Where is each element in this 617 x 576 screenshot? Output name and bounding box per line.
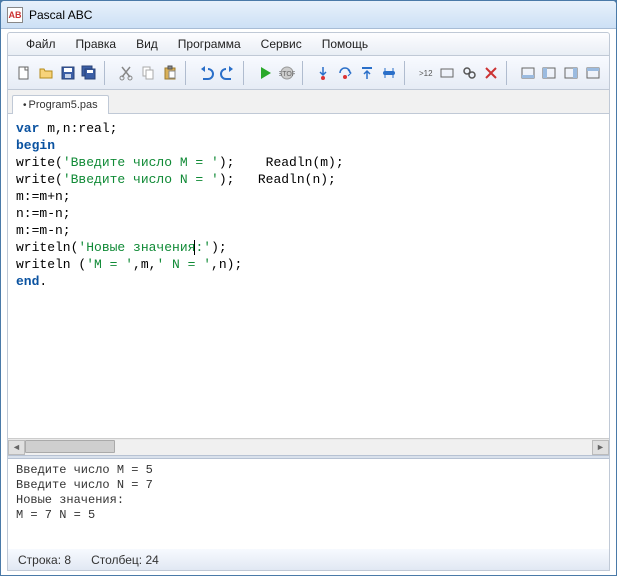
- step-into-button[interactable]: [313, 61, 333, 85]
- breakpoint-button[interactable]: [379, 61, 399, 85]
- scroll-right-arrow[interactable]: ►: [592, 440, 609, 455]
- menu-help[interactable]: Помощь: [314, 34, 376, 54]
- panel3-button[interactable]: [561, 61, 581, 85]
- toolbar-separator: [104, 61, 111, 85]
- undo-button[interactable]: [196, 61, 216, 85]
- scroll-thumb[interactable]: [25, 440, 115, 453]
- titlebar[interactable]: AB Pascal ABC: [1, 1, 616, 29]
- toolbar-separator: [302, 61, 309, 85]
- toolbar-separator: [506, 61, 513, 85]
- menu-file[interactable]: Файл: [18, 34, 64, 54]
- run-button[interactable]: [255, 61, 275, 85]
- scroll-track[interactable]: [25, 440, 592, 455]
- app-window: AB Pascal ABC Файл Правка Вид Программа …: [0, 0, 617, 576]
- statusbar: Строка: 8 Столбец: 24: [7, 549, 610, 571]
- paste-button[interactable]: [160, 61, 180, 85]
- menu-service[interactable]: Сервис: [253, 34, 310, 54]
- cut-button[interactable]: [116, 61, 136, 85]
- close-brackets-button[interactable]: [481, 61, 501, 85]
- step-over-button[interactable]: [335, 61, 355, 85]
- panel1-button[interactable]: [518, 61, 538, 85]
- menubar: Файл Правка Вид Программа Сервис Помощь: [7, 32, 610, 56]
- status-column: Столбец: 24: [91, 553, 159, 567]
- open-file-button[interactable]: [36, 61, 56, 85]
- horizontal-scrollbar[interactable]: ◄ ►: [8, 438, 609, 455]
- editor-panel: var m,n:real; begin write('Введите число…: [7, 114, 610, 549]
- svg-text:STOP: STOP: [279, 71, 295, 78]
- menu-edit[interactable]: Правка: [68, 34, 125, 54]
- panel2-button[interactable]: [540, 61, 560, 85]
- toolbar-separator: [404, 61, 411, 85]
- menu-view[interactable]: Вид: [128, 34, 166, 54]
- find-button[interactable]: [459, 61, 479, 85]
- save-all-button[interactable]: [80, 61, 100, 85]
- output-panel[interactable]: Введите число M = 5 Введите число N = 7 …: [8, 459, 609, 549]
- window-tile-button[interactable]: [437, 61, 457, 85]
- status-line: Строка: 8: [18, 553, 71, 567]
- toolbar-separator: [243, 61, 250, 85]
- app-icon: AB: [7, 7, 23, 23]
- menu-program[interactable]: Программа: [170, 34, 249, 54]
- redo-button[interactable]: [218, 61, 238, 85]
- new-file-button[interactable]: [14, 61, 34, 85]
- code-editor[interactable]: var m,n:real; begin write('Введите число…: [8, 114, 609, 438]
- window-title: Pascal ABC: [29, 8, 92, 22]
- tab-label: Program5.pas: [29, 99, 98, 111]
- scroll-left-arrow[interactable]: ◄: [8, 440, 25, 455]
- file-tab[interactable]: Program5.pas: [12, 95, 109, 114]
- tabbar: Program5.pas: [7, 90, 610, 114]
- toolbar: STOP >123: [7, 56, 610, 90]
- stop-button[interactable]: STOP: [277, 61, 297, 85]
- goto-line-button[interactable]: >123: [416, 61, 436, 85]
- toolbar-separator: [185, 61, 192, 85]
- svg-text:>123: >123: [419, 69, 433, 78]
- panel4-button[interactable]: [583, 61, 603, 85]
- step-out-button[interactable]: [357, 61, 377, 85]
- save-button[interactable]: [58, 61, 78, 85]
- copy-button[interactable]: [138, 61, 158, 85]
